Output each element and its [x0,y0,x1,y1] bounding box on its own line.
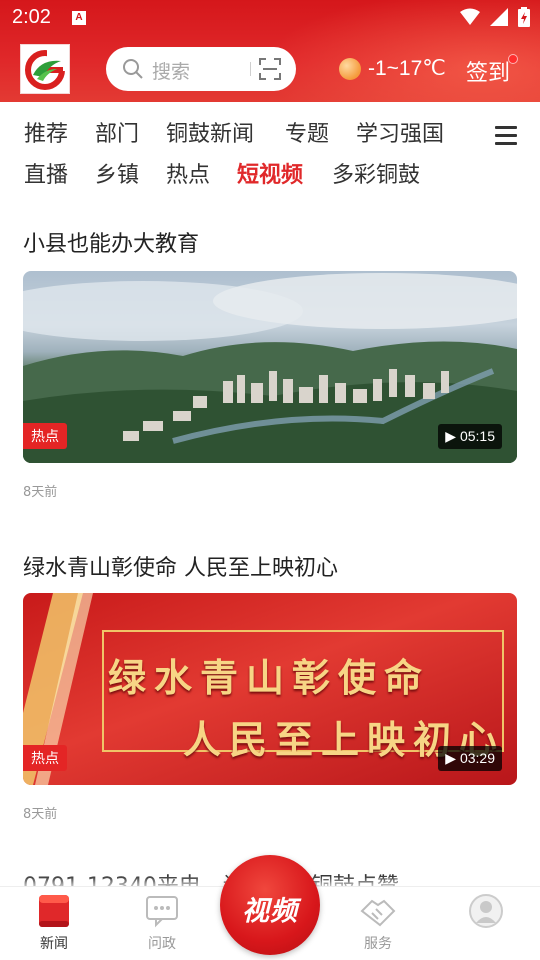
status-bar: 2:02 A [0,0,540,36]
video-center-button[interactable]: 视频 [220,855,320,955]
wifi-icon [460,8,480,25]
search-box[interactable]: 搜索 [106,47,296,91]
notification-icon: A [72,11,86,25]
tab-hot[interactable]: 热点 [166,157,210,189]
nav-services[interactable]: 服务 [338,887,418,960]
nav-profile[interactable] [446,887,526,960]
tab-departments[interactable]: 部门 [95,116,139,148]
duration-text: 03:29 [459,750,495,766]
video-thumbnail[interactable]: 热点 ▶ 05:15 [23,271,517,463]
status-icons [460,7,530,27]
weather-temperature[interactable]: -1~17℃ [368,56,446,81]
channel-tabs: 推荐 部门 铜鼓新闻 专题 学习强国 直播 乡镇 热点 短视频 多彩铜鼓 [0,102,540,192]
search-input[interactable]: 搜索 [152,57,190,84]
battery-icon [518,7,530,27]
handshake-icon [360,899,396,927]
nav-inquiry-label: 问政 [148,936,176,952]
nav-news[interactable]: 新闻 [14,887,94,960]
checkin-button[interactable]: 签到 [466,55,510,87]
signal-icon [490,8,508,26]
hot-badge: 热点 [23,745,67,771]
tab-colorful-tonggu[interactable]: 多彩铜鼓 [332,157,420,189]
thumbnail-overlay-line1: 绿水青山彰使命 [108,655,431,700]
video-center-label: 视频 [242,896,298,927]
nav-inquiry[interactable]: 问政 [122,887,202,960]
tab-tonggu-news[interactable]: 铜鼓新闻 [166,116,254,148]
video-duration: ▶ 03:29 [438,746,502,771]
weather-sun-icon [339,58,361,80]
status-time: 2:02 [12,6,51,28]
duration-text: 05:15 [459,428,495,444]
video-thumbnail[interactable]: 绿水青山彰使命 人民至上映初心 热点 ▶ 03:29 [23,593,517,785]
scan-icon[interactable] [259,58,281,80]
video-title[interactable]: 绿水青山彰使命 人民至上映初心 [23,550,338,582]
checkin-dot-badge [508,54,518,64]
app-header: 2:02 A 搜索 -1~17℃ 签到 [0,0,540,102]
menu-icon[interactable] [495,126,517,146]
publish-time: 8天前 [23,807,58,822]
nav-services-label: 服务 [364,936,392,952]
inquiry-icon [146,896,178,928]
tab-live[interactable]: 直播 [24,157,68,189]
video-duration: ▶ 05:15 [438,424,502,449]
publish-time: 8天前 [23,485,58,500]
profile-icon [469,894,503,928]
nav-news-label: 新闻 [40,936,68,952]
tab-recommend[interactable]: 推荐 [24,116,68,148]
hot-badge: 热点 [23,423,67,449]
app-logo[interactable] [20,44,70,94]
logo-icon [25,49,65,90]
news-icon [39,895,69,927]
video-title[interactable]: 小县也能办大教育 [23,226,199,258]
tab-study[interactable]: 学习强国 [356,116,444,148]
tab-topics[interactable]: 专题 [285,116,329,148]
search-icon [123,59,143,79]
search-divider [250,62,251,76]
tab-towns[interactable]: 乡镇 [95,157,139,189]
tab-short-video[interactable]: 短视频 [237,157,303,189]
